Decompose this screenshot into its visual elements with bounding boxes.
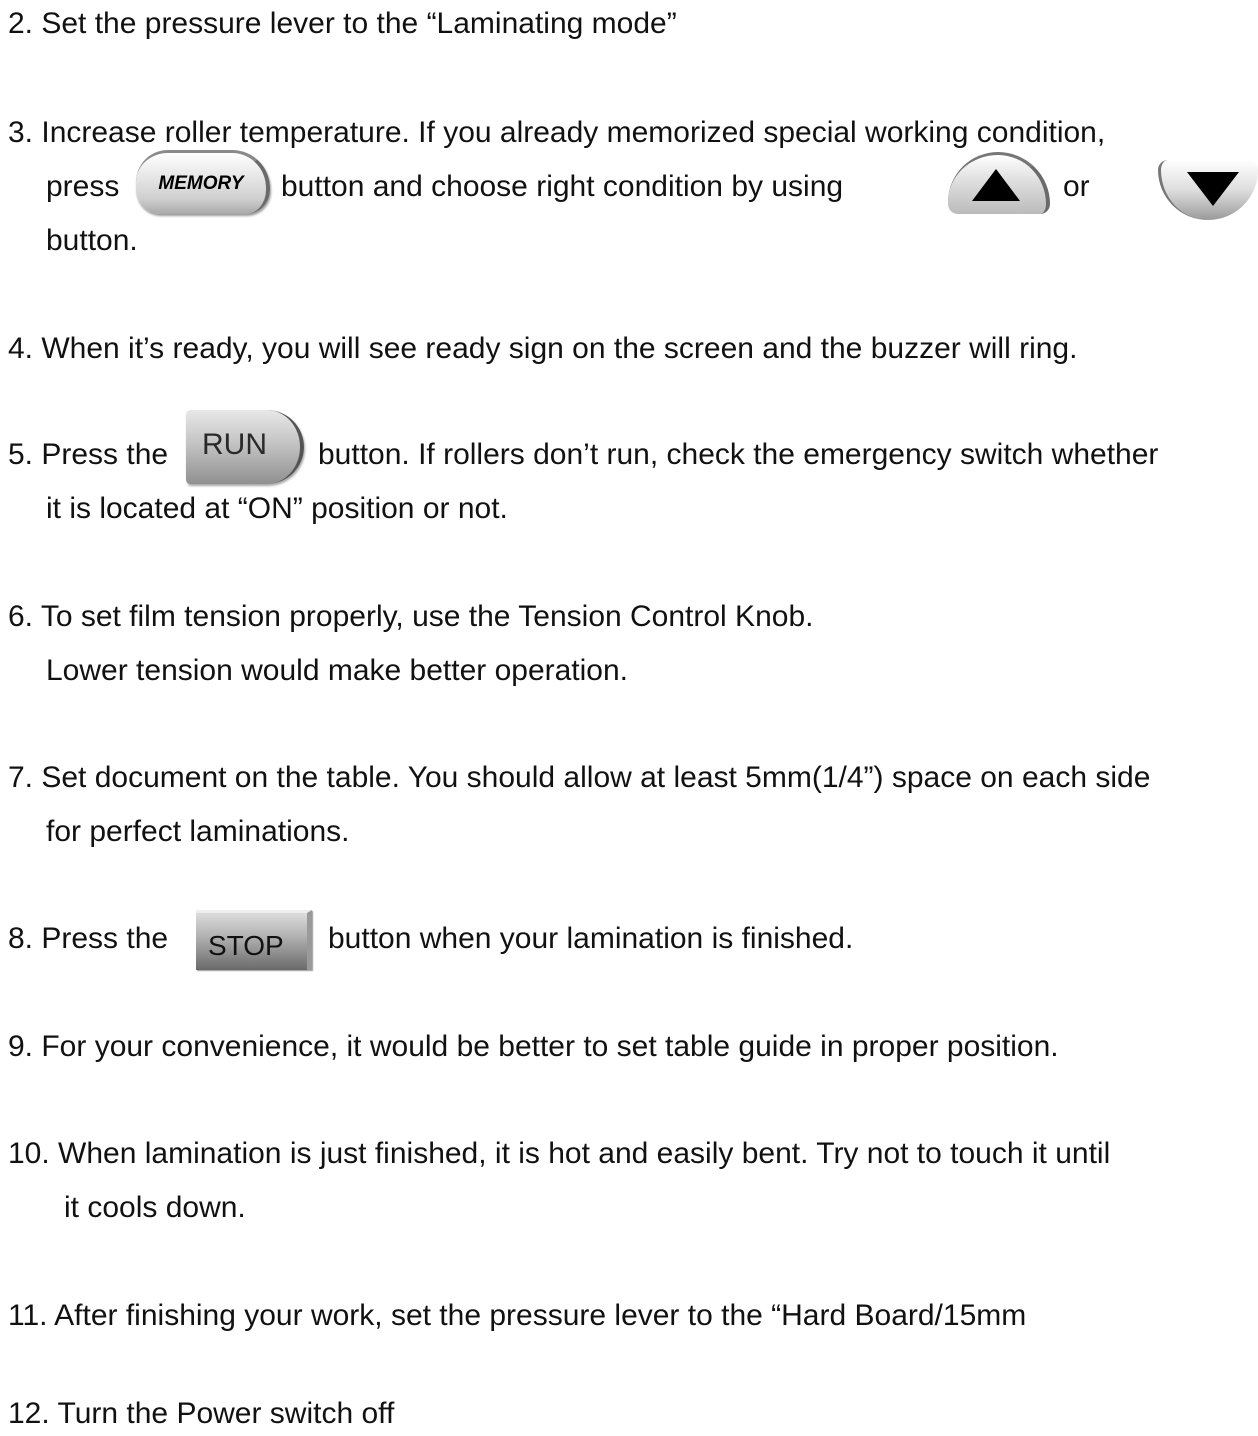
- step-9: 9. For your convenience, it would be bet…: [8, 1030, 1059, 1063]
- step-7-line-1: 7. Set document on the table. You should…: [8, 761, 1151, 794]
- step-2: 2. Set the pressure lever to the “Lamina…: [8, 7, 677, 40]
- step-10-line-1: 10. When lamination is just finished, it…: [8, 1137, 1111, 1170]
- down-arrow-icon: [1187, 172, 1239, 206]
- step-6-line-1: 6. To set film tension properly, use the…: [8, 600, 814, 633]
- step-6-line-2: Lower tension would make better operatio…: [46, 654, 629, 687]
- step-3-line-1: 3. Increase roller temperature. If you a…: [8, 116, 1106, 149]
- run-button[interactable]: RUN: [186, 410, 304, 484]
- step-3-mid-text: button and choose right condition by usi…: [281, 170, 844, 203]
- step-12: 12. Turn the Power switch off: [8, 1397, 395, 1430]
- stop-button[interactable]: STOP: [196, 910, 312, 970]
- memory-button[interactable]: MEMORY: [136, 150, 270, 214]
- step-5-line-2: it is located at “ON” position or not.: [46, 492, 508, 525]
- step-7-line-2: for perfect laminations.: [46, 815, 350, 848]
- step-5-pre: 5. Press the: [8, 438, 169, 471]
- step-11: 11. After finishing your work, set the p…: [8, 1299, 1027, 1332]
- down-arrow-button[interactable]: [1158, 160, 1258, 220]
- step-5-post: button. If rollers don’t run, check the …: [318, 438, 1159, 471]
- stop-button-label: STOP: [208, 930, 284, 961]
- up-arrow-button[interactable]: [948, 152, 1050, 214]
- step-8-pre: 8. Press the: [8, 922, 169, 955]
- step-10-line-2: it cools down.: [64, 1191, 246, 1224]
- step-3-press-text: press: [46, 170, 120, 203]
- step-8-post: button when your lamination is finished.: [328, 922, 854, 955]
- step-3-or-text: or: [1063, 170, 1090, 203]
- step-4: 4. When it’s ready, you will see ready s…: [8, 332, 1078, 365]
- step-3-line-3: button.: [46, 224, 138, 257]
- up-arrow-icon: [972, 169, 1020, 201]
- memory-button-label: MEMORY: [158, 172, 244, 194]
- run-button-label: RUN: [202, 428, 267, 461]
